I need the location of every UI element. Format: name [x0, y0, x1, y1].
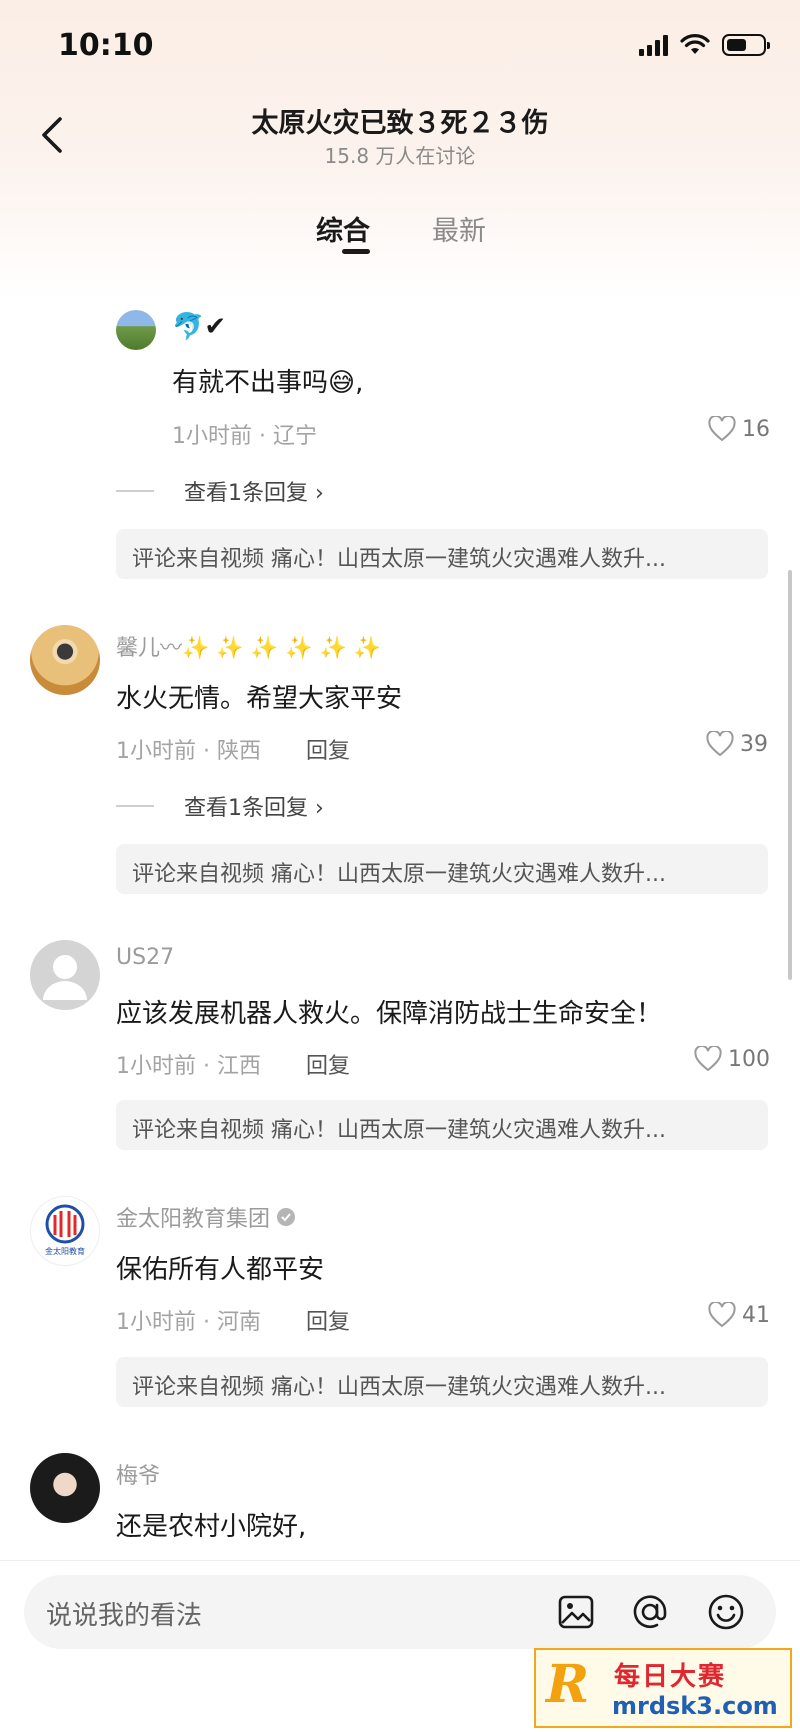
smiley-icon	[708, 1594, 744, 1630]
comment-text: 应该发展机器人救火。保障消防战士生命安全！	[116, 999, 663, 1029]
like-button[interactable]: 39	[706, 731, 768, 757]
status-icons	[639, 34, 770, 56]
like-count: 100	[728, 1046, 770, 1072]
heart-icon	[708, 416, 736, 442]
like-button[interactable]: 41	[708, 1302, 770, 1328]
page-title: 太原火灾已致３死２３伤	[251, 108, 549, 139]
video-source-link[interactable]: 评论来自视频 痛心！山西太原一建筑火灾遇难人数升...	[116, 844, 768, 894]
reply-button[interactable]: 回复	[306, 733, 350, 765]
battery-icon	[722, 34, 770, 56]
heart-icon	[708, 1302, 736, 1328]
comment-text: 还是农村小院好,	[116, 1512, 307, 1542]
divider	[116, 805, 154, 807]
avatar-caption: 金太阳教育	[45, 1246, 85, 1256]
default-avatar-icon	[43, 955, 87, 1000]
avatar[interactable]: 金太阳教育	[30, 1196, 100, 1266]
avatar[interactable]	[30, 625, 100, 695]
divider	[116, 490, 154, 492]
view-replies-label: 查看1条回复 ›	[184, 481, 324, 506]
comment-input-placeholder: 说说我的看法	[46, 1601, 203, 1631]
like-count: 41	[742, 1302, 770, 1328]
watermark-letter: R	[546, 1654, 590, 1715]
commenter-name[interactable]: 金太阳教育集团	[116, 1201, 296, 1233]
watermark-name: 每日大赛	[614, 1662, 727, 1692]
sun-logo-icon: 金太阳教育	[45, 1204, 85, 1256]
like-count: 16	[742, 416, 770, 442]
at-icon	[633, 1595, 667, 1628]
like-button[interactable]: 16	[708, 416, 770, 442]
active-tab-indicator	[342, 249, 370, 254]
commenter-name[interactable]: 🐬✔	[172, 312, 226, 342]
view-replies-link[interactable]: 查看1条回复 ›	[116, 475, 324, 507]
like-count: 39	[740, 731, 768, 757]
cellular-signal-icon	[639, 34, 668, 56]
reply-button[interactable]: 回复	[306, 1304, 350, 1336]
avatar[interactable]	[30, 940, 100, 1010]
avatar[interactable]	[30, 1453, 100, 1523]
video-source-link[interactable]: 评论来自视频 痛心！山西太原一建筑火灾遇难人数升...	[116, 1357, 768, 1407]
heart-icon	[694, 1046, 722, 1072]
wifi-icon	[680, 34, 710, 54]
commenter-name[interactable]: 馨儿〰✨ ✨ ✨ ✨ ✨ ✨	[116, 630, 381, 662]
comment-meta: 1小时前 · 陕西	[116, 739, 261, 764]
tab-comprehensive[interactable]: 综合	[316, 209, 370, 248]
commenter-name[interactable]: 梅爷	[116, 1458, 160, 1490]
tab-latest[interactable]: 最新	[432, 209, 486, 248]
emoji-button[interactable]	[706, 1592, 746, 1632]
video-source-link[interactable]: 评论来自视频 痛心！山西太原一建筑火灾遇难人数升...	[116, 529, 768, 579]
comment-input[interactable]: 说说我的看法	[24, 1575, 776, 1649]
reply-button[interactable]: 回复	[306, 1048, 350, 1080]
scrollbar[interactable]	[788, 570, 792, 980]
comment-text: 水火无情。希望大家平安	[116, 684, 403, 714]
commenter-name-label: 金太阳教育集团	[116, 1207, 271, 1232]
video-source-link[interactable]: 评论来自视频 痛心！山西太原一建筑火灾遇难人数升...	[116, 1100, 768, 1150]
battery-level	[727, 39, 746, 51]
image-button[interactable]	[556, 1592, 596, 1632]
comment-meta: 1小时前 · 辽宁	[172, 424, 317, 449]
status-time: 10:10	[58, 28, 154, 63]
comment-meta: 1小时前 · 河南	[116, 1310, 261, 1335]
view-replies-label: 查看1条回复 ›	[184, 796, 324, 821]
verified-badge-icon	[277, 1208, 296, 1226]
avatar[interactable]	[116, 310, 156, 350]
image-icon	[558, 1595, 594, 1629]
view-replies-link[interactable]: 查看1条回复 ›	[116, 790, 324, 822]
watermark-url: mrdsk3.com	[612, 1692, 778, 1720]
discussion-count: 15.8 万人在讨论	[324, 144, 476, 168]
topic-header: 太原火灾已致３死２３伤 15.8 万人在讨论	[0, 95, 800, 175]
heart-icon	[706, 731, 734, 757]
comment-text: 有就不出事吗😅,	[172, 368, 364, 398]
comment-meta: 1小时前 · 江西	[116, 1054, 261, 1079]
watermark-logo: R 每日大赛 mrdsk3.com	[534, 1648, 792, 1728]
status-bar: 10:10	[0, 0, 800, 100]
commenter-name[interactable]: US27	[116, 945, 174, 970]
comment-text: 保佑所有人都平安	[116, 1255, 325, 1285]
tab-bar: 综合 最新	[0, 205, 800, 255]
like-button[interactable]: 100	[694, 1046, 770, 1072]
mention-button[interactable]	[630, 1592, 670, 1632]
